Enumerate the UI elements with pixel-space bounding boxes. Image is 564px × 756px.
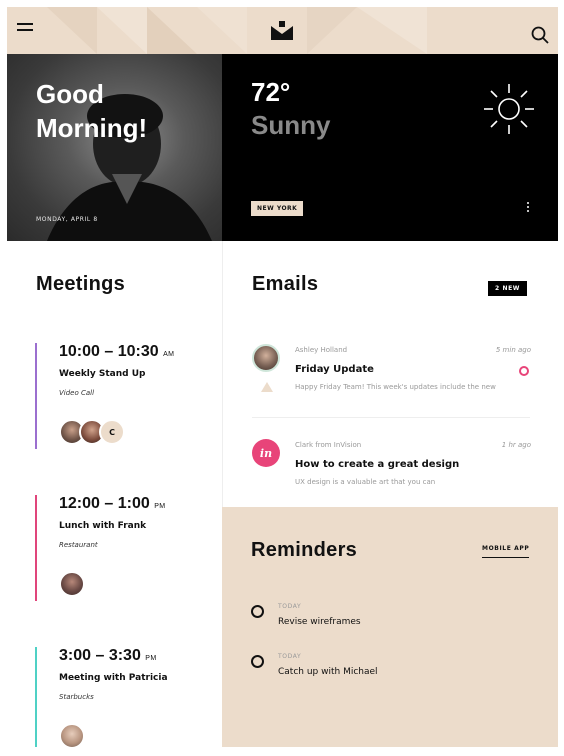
weather-condition: Sunny	[251, 110, 331, 140]
reminder-date: TODAY	[278, 653, 302, 660]
meeting-location: Starbucks	[59, 693, 94, 701]
attendee-avatars	[59, 571, 85, 597]
avatar	[252, 344, 280, 372]
meetings-panel: Meetings 10:00 – 10:30 AM Weekly Stand U…	[7, 241, 222, 747]
avatar[interactable]	[59, 723, 85, 747]
meeting-title: Meeting with Patricia	[59, 673, 168, 683]
menu-button[interactable]	[17, 23, 33, 37]
meeting-time: 12:00 – 1:00 PM	[59, 495, 166, 512]
attendee-avatars	[59, 723, 85, 747]
greeting-card: Good Morning! MONDAY, APRIL 8	[7, 54, 222, 241]
reminder-text: Revise wireframes	[278, 617, 361, 627]
reminder-checkbox[interactable]	[251, 605, 264, 618]
email-sender: Clark from InVision	[295, 441, 362, 449]
avatar[interactable]: C	[99, 419, 125, 445]
greeting-line-1: Good	[36, 79, 104, 109]
location-badge[interactable]: NEW YORK	[251, 201, 304, 216]
greeting-text: Good Morning!	[36, 77, 216, 145]
reminder-date: TODAY	[278, 603, 302, 610]
attendee-avatars: C	[59, 419, 125, 445]
sun-icon	[484, 84, 534, 134]
weather-card: 72° Sunny NEW YORK	[222, 54, 558, 241]
search-icon[interactable]	[531, 26, 549, 44]
email-item[interactable]: Ashley Holland 5 min ago Friday Update H…	[223, 344, 558, 434]
meeting-location: Video Call	[59, 389, 95, 397]
reminder-text: Catch up with Michael	[278, 667, 378, 677]
email-subject: How to create a great design	[295, 459, 460, 470]
meeting-time: 3:00 – 3:30 PM	[59, 647, 157, 664]
email-sender: Ashley Holland	[295, 346, 348, 354]
top-bar	[7, 7, 558, 54]
email-preview: UX design is a valuable art that you can	[295, 478, 436, 486]
more-options-button[interactable]	[524, 202, 532, 216]
emails-title: Emails	[252, 273, 319, 295]
new-email-badge: 2 NEW	[488, 281, 528, 296]
avatar[interactable]	[59, 571, 85, 597]
reminders-panel: Reminders MOBILE APP TODAY Revise wirefr…	[222, 507, 558, 747]
email-preview: Happy Friday Team! This week's updates i…	[295, 383, 496, 391]
email-time: 1 hr ago	[501, 441, 531, 449]
email-subject: Friday Update	[295, 364, 374, 375]
meetings-title: Meetings	[36, 273, 126, 295]
current-date: MONDAY, APRIL 8	[36, 216, 98, 223]
emails-panel: Emails 2 NEW Ashley Holland 5 min ago Fr…	[222, 241, 558, 507]
unread-indicator-icon	[519, 366, 529, 376]
meeting-title: Weekly Stand Up	[59, 369, 146, 379]
greeting-line-2: Morning!	[36, 113, 148, 143]
meeting-color-bar	[35, 495, 37, 601]
brand-logo[interactable]	[271, 20, 293, 42]
email-divider	[252, 417, 530, 418]
more-vertical-icon	[527, 202, 529, 204]
app-frame: Good Morning! MONDAY, APRIL 8 72° Sunny …	[7, 7, 558, 747]
meeting-title: Lunch with Frank	[59, 521, 147, 531]
meeting-color-bar	[35, 343, 37, 449]
invision-logo-icon: in	[252, 439, 280, 467]
hamburger-icon	[17, 23, 33, 25]
flag-icon	[261, 382, 273, 392]
temperature: 72°	[251, 77, 291, 107]
meeting-location: Restaurant	[59, 541, 98, 549]
reminders-title: Reminders	[251, 539, 358, 561]
meeting-color-bar	[35, 647, 37, 747]
reminder-checkbox[interactable]	[251, 655, 264, 668]
meeting-time: 10:00 – 10:30 AM	[59, 343, 175, 360]
mobile-app-link[interactable]: MOBILE APP	[482, 545, 530, 558]
email-time: 5 min ago	[495, 346, 531, 354]
